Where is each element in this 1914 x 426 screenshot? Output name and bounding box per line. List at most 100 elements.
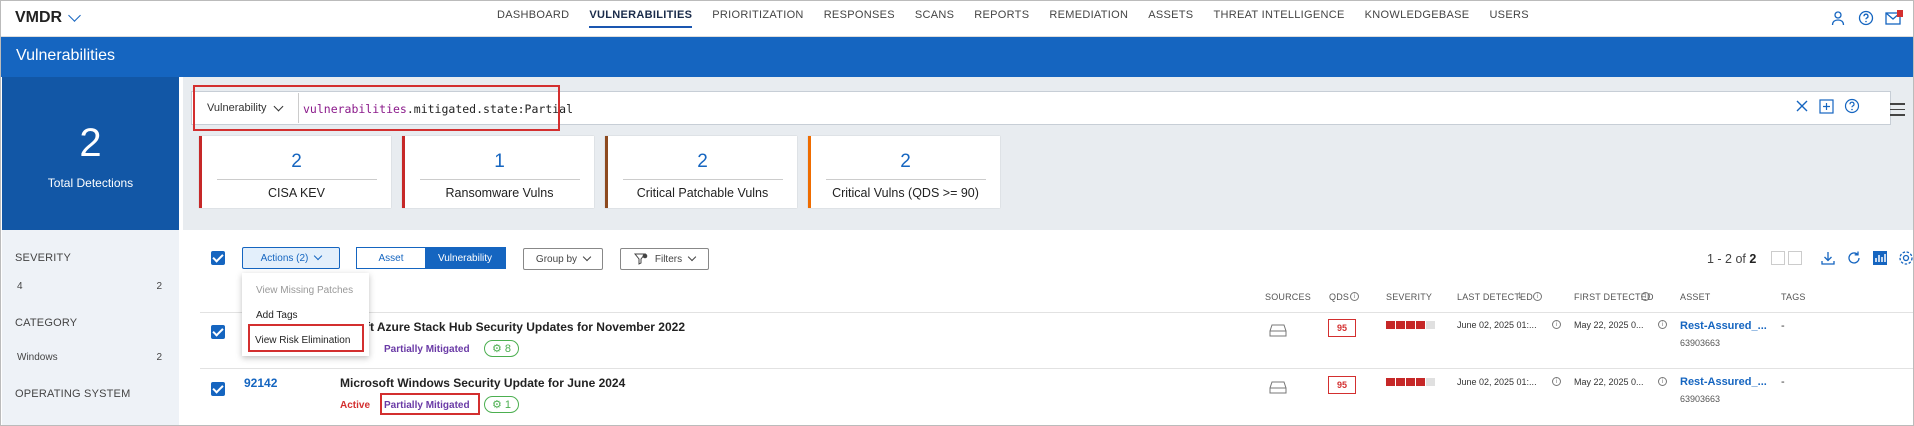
search-actions <box>1795 98 1860 117</box>
info-icon[interactable]: i <box>1552 320 1561 329</box>
asset-id: 63903663 <box>1680 338 1721 348</box>
instance-count: 1 <box>504 398 511 411</box>
nav-prioritization[interactable]: PRIORITIZATION <box>702 0 813 37</box>
nav-vulnerabilities[interactable]: VULNERABILITIES <box>579 0 702 37</box>
main-nav: DASHBOARD VULNERABILITIES PRIORITIZATION… <box>487 0 1539 37</box>
filter-severity-item[interactable]: 4 2 <box>17 281 162 292</box>
toggle-vulnerability[interactable]: Vulnerability <box>425 248 505 268</box>
total-detections-panel: 2 Total Detections <box>2 77 179 230</box>
card-ransomware-vulns[interactable]: 1 Ransomware Vulns <box>402 136 594 208</box>
menu-item-view-missing-patches: View Missing Patches <box>256 285 354 296</box>
settings-gear-icon[interactable] <box>1898 250 1914 269</box>
col-tags[interactable]: TAGS <box>1781 292 1806 302</box>
highlight-box-mitigation <box>380 393 480 415</box>
info-icon[interactable]: i <box>1658 377 1667 386</box>
menu-item-add-tags[interactable]: Add Tags <box>256 310 298 321</box>
col-qds[interactable]: QDS <box>1329 292 1349 302</box>
filter-value: Windows <box>17 352 58 363</box>
filter-value: 4 <box>17 281 23 292</box>
nav-assets[interactable]: ASSETS <box>1138 0 1203 37</box>
filter-category-item[interactable]: Windows 2 <box>17 352 162 363</box>
highlight-box-query <box>193 85 560 131</box>
chevron-down-icon <box>687 252 697 262</box>
select-all-checkbox[interactable] <box>211 251 225 265</box>
pagination-info: 1 - 2 of 2 <box>1707 252 1756 266</box>
app-switcher[interactable]: VMDR <box>15 9 81 27</box>
qid-link[interactable]: 92142 <box>244 376 277 390</box>
search-help-icon[interactable] <box>1844 98 1860 117</box>
mail-icon[interactable] <box>1884 8 1904 28</box>
agent-source-icon <box>1269 381 1287 397</box>
chart-icon[interactable] <box>1872 250 1888 269</box>
col-severity[interactable]: SEVERITY <box>1386 292 1432 302</box>
card-critical-vulns-qds[interactable]: 2 Critical Vulns (QDS >= 90) <box>808 136 1000 208</box>
pager-range: 1 - 2 of <box>1707 252 1746 266</box>
col-sources[interactable]: SOURCES <box>1265 292 1311 302</box>
info-icon[interactable]: i <box>1350 292 1359 301</box>
toggle-asset[interactable]: Asset <box>357 248 425 268</box>
filter-os-heading: OPERATING SYSTEM <box>15 388 131 400</box>
nav-dashboard[interactable]: DASHBOARD <box>487 0 579 37</box>
row-checkbox[interactable] <box>211 325 225 339</box>
filter-sidebar: SEVERITY 4 2 CATEGORY Windows 2 OPERATIN… <box>2 230 179 426</box>
chevron-down-icon <box>68 9 81 22</box>
user-icon[interactable] <box>1828 8 1848 28</box>
download-icon[interactable] <box>1820 250 1836 269</box>
app-name: VMDR <box>15 9 63 26</box>
page-header: Vulnerabilities <box>0 37 1914 77</box>
tags-value: - <box>1781 376 1785 388</box>
nav-knowledgebase[interactable]: KNOWLEDGEBASE <box>1355 0 1480 37</box>
menu-icon[interactable] <box>1890 103 1905 120</box>
info-icon[interactable]: i <box>1658 320 1667 329</box>
instance-count-badge[interactable]: ⚙ 8 <box>484 340 519 357</box>
last-detected-date: June 02, 2025 01:... <box>1457 320 1537 330</box>
card-cisa-kev[interactable]: 2 CISA KEV <box>199 136 391 208</box>
nav-users[interactable]: USERS <box>1479 0 1538 37</box>
asset-link[interactable]: Rest-Assured_... <box>1680 376 1767 388</box>
actions-button[interactable]: Actions (2) <box>242 247 340 269</box>
clear-icon[interactable] <box>1795 99 1809 116</box>
filter-count: 2 <box>156 352 162 363</box>
card-value: 2 <box>291 151 302 172</box>
gear-icon: ⚙ <box>492 343 502 355</box>
nav-threat-intelligence[interactable]: THREAT INTELLIGENCE <box>1203 0 1354 37</box>
info-icon[interactable]: i <box>1641 292 1650 301</box>
qds-score: 95 <box>1328 319 1356 337</box>
filters-button[interactable]: Filters <box>620 248 709 270</box>
nav-scans[interactable]: SCANS <box>905 0 964 37</box>
prev-page-icon[interactable] <box>1771 251 1785 265</box>
first-detected-date: May 22, 2025 0... <box>1574 377 1644 387</box>
vuln-title[interactable]: rosoft Azure Stack Hub Security Updates … <box>340 320 685 334</box>
filter-category-heading: CATEGORY <box>15 317 78 329</box>
top-icons <box>1828 8 1904 28</box>
col-asset[interactable]: ASSET <box>1680 292 1711 302</box>
nav-responses[interactable]: RESPONSES <box>814 0 905 37</box>
vuln-title[interactable]: Microsoft Windows Security Update for Ju… <box>340 376 625 390</box>
sort-down-icon[interactable]: ↓ <box>1517 289 1523 301</box>
help-icon[interactable] <box>1856 8 1876 28</box>
info-icon[interactable]: i <box>1533 292 1542 301</box>
info-icon[interactable]: i <box>1552 377 1561 386</box>
asset-link[interactable]: Rest-Assured_... <box>1680 320 1767 332</box>
row-checkbox[interactable] <box>211 382 225 396</box>
next-page-icon[interactable] <box>1788 251 1802 265</box>
severity-bar <box>1386 321 1435 329</box>
card-value: 2 <box>697 151 708 172</box>
top-nav: VMDR DASHBOARD VULNERABILITIES PRIORITIZ… <box>0 0 1914 37</box>
chevron-down-icon <box>314 251 323 261</box>
results-tools <box>1820 250 1914 269</box>
severity-bar <box>1386 378 1435 386</box>
group-by-button[interactable]: Group by <box>523 248 603 270</box>
instance-count-badge[interactable]: ⚙ 1 <box>484 396 519 413</box>
add-query-icon[interactable] <box>1819 98 1834 117</box>
total-detections-label: Total Detections <box>47 176 134 190</box>
view-toggle: Asset Vulnerability <box>356 247 506 269</box>
nav-remediation[interactable]: REMEDIATION <box>1039 0 1138 37</box>
refresh-icon[interactable] <box>1846 250 1862 269</box>
card-label: Ransomware Vulns <box>445 186 554 200</box>
highlight-box-risk-elimination <box>248 324 364 352</box>
filter-count: 2 <box>156 281 162 292</box>
tags-value: - <box>1781 320 1785 332</box>
nav-reports[interactable]: REPORTS <box>964 0 1039 37</box>
card-critical-patchable[interactable]: 2 Critical Patchable Vulns <box>605 136 797 208</box>
